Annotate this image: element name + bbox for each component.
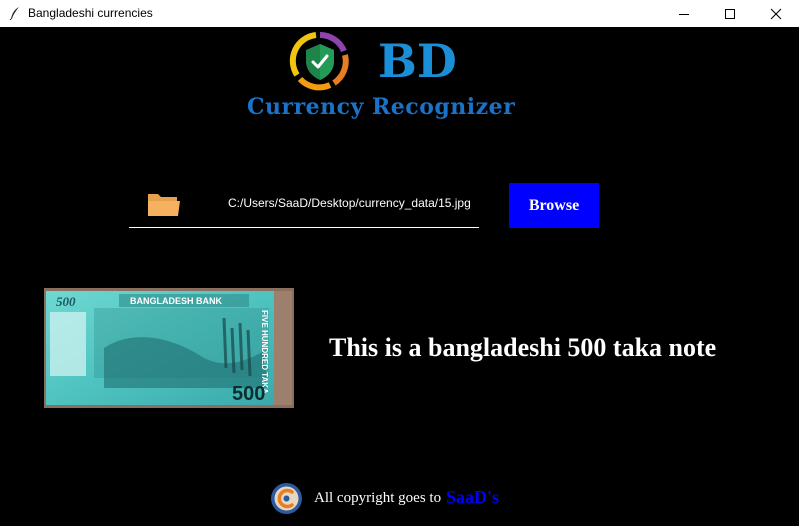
author-link[interactable]: SaaD's (446, 487, 499, 507)
maximize-button[interactable] (707, 0, 753, 27)
folder-icon[interactable] (147, 190, 181, 217)
banknote-corner-value: 500 (56, 294, 76, 309)
banknote-image: BANGLADESH BANK 500 FIVE HUNDRED TAKA 50… (44, 288, 294, 408)
banknote-side-text: FIVE HUNDRED TAKA (260, 310, 269, 394)
result-text: This is a bangladeshi 500 taka note (329, 333, 717, 362)
copyright-text: All copyright goes to (314, 490, 442, 506)
app-title: Currency Recognizer (247, 94, 516, 120)
window-title-bar: Bangladeshi currencies (0, 0, 799, 27)
author-logo-icon (271, 483, 302, 514)
shield-check-logo-icon (289, 32, 349, 91)
bd-logo: BD (378, 34, 457, 85)
close-icon (770, 8, 782, 19)
browse-button[interactable]: Browse (509, 183, 599, 228)
bd-logo-text: BD (378, 34, 457, 85)
minimize-button[interactable] (661, 0, 707, 27)
banknote-bank-name: BANGLADESH BANK (130, 296, 223, 306)
path-underline (129, 227, 479, 228)
banknote-bottom-value: 500 (232, 383, 265, 405)
file-path-field[interactable]: C:/Users/SaaD/Desktop/currency_data/15.j… (228, 196, 471, 210)
minimize-icon (679, 13, 689, 15)
close-button[interactable] (753, 0, 799, 27)
maximize-icon (725, 8, 735, 19)
window-title: Bangladeshi currencies (28, 6, 153, 20)
feather-icon (9, 7, 19, 20)
